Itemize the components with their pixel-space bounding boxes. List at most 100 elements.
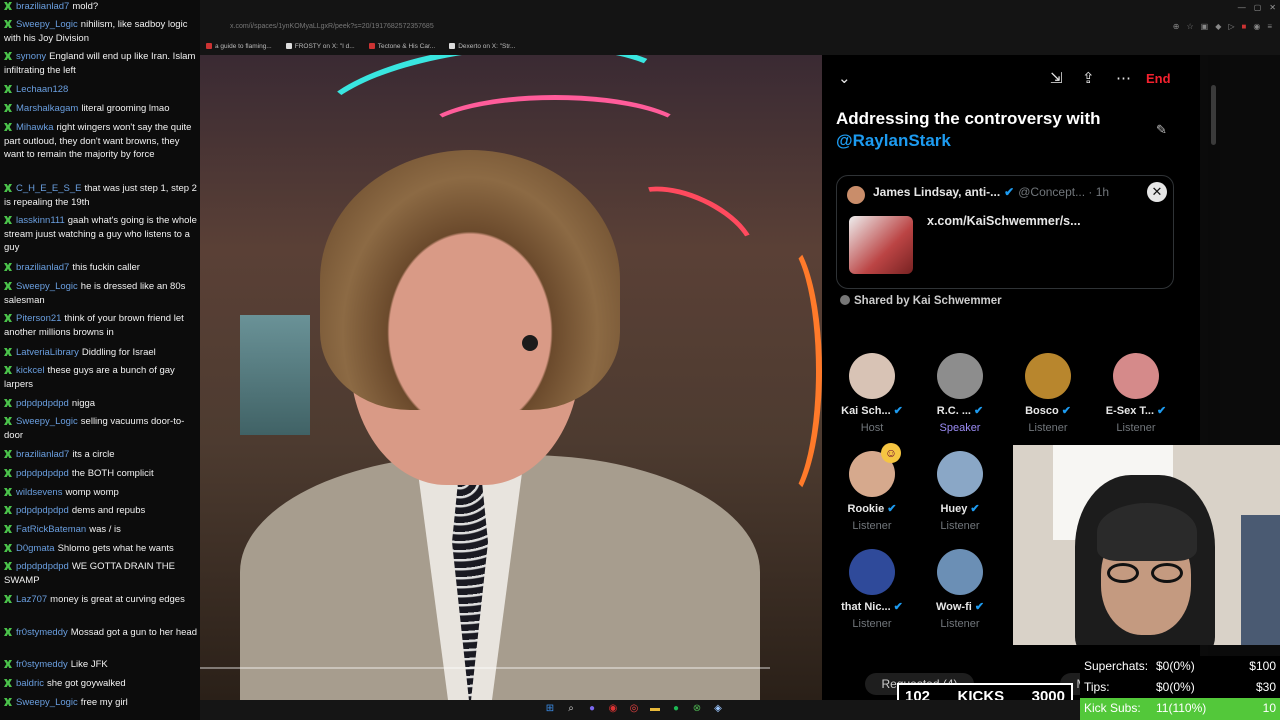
chat-username[interactable]: D0gmata <box>16 543 55 554</box>
window-controls[interactable]: — ▢ ✕ <box>1238 3 1276 12</box>
share-icon[interactable]: ⇪ <box>1082 69 1095 87</box>
chat-message: Sweepy_Logic he is dressed like an 80s sa… <box>4 280 198 307</box>
shared-post-link[interactable]: x.com/KaiSchwemmer/s... <box>927 214 1081 228</box>
chat-username[interactable]: pdpdpdpdpd <box>16 561 69 572</box>
menu-icon[interactable]: ≡ <box>1267 22 1272 31</box>
address-bar[interactable]: x.com/i/spaces/1ynKOMyaLLgxR/peek?s=20/1… <box>200 22 1280 32</box>
chat-username[interactable]: brazilianlad7 <box>16 449 69 460</box>
edit-icon[interactable]: ✎ <box>1156 122 1167 138</box>
discord-icon[interactable]: ● <box>586 703 598 715</box>
shield-icon[interactable]: ◆ <box>1215 22 1221 31</box>
profile-icon[interactable]: ◉ <box>1253 22 1260 31</box>
x-logo-icon <box>449 43 456 49</box>
chat-username[interactable]: C_H_E_E_S_E <box>16 183 81 194</box>
chat-username[interactable]: Sweepy_Logic <box>16 416 78 427</box>
chat-text: dems and repubs <box>71 505 146 516</box>
chat-username[interactable]: lasskinn111 <box>16 215 65 226</box>
taskbar: ⊞ ⌕ ● ◉ ◎ ▬ ● ⊗ ◈ <box>200 700 1080 720</box>
chat-username[interactable]: LatveriaLibrary <box>16 347 79 358</box>
participant-name-text: Huey <box>940 503 968 515</box>
record-icon[interactable]: ■ <box>1242 22 1247 31</box>
minimize-space-icon[interactable]: ⇲ <box>1050 69 1063 87</box>
chat-message: Lechaan128 <box>4 83 198 97</box>
chat-text: money is great at curving edges <box>50 594 185 605</box>
tab[interactable]: a guide to flaming... <box>206 40 272 52</box>
chat-username[interactable]: FatRickBateman <box>16 524 86 535</box>
chat-username[interactable]: Sweepy_Logic <box>16 19 78 30</box>
chat-username[interactable]: Sweepy_Logic <box>16 281 78 292</box>
kick-subs-goal: 10 <box>1262 701 1276 715</box>
tab[interactable]: Dexerto on X: "Str... <box>449 40 515 52</box>
participant[interactable]: E-Sex T... ✔ Listener <box>1092 353 1180 434</box>
obs-icon[interactable]: ◉ <box>607 703 619 715</box>
end-space-button[interactable]: End <box>1146 71 1171 86</box>
participant[interactable]: that Nic... ✔ Listener <box>828 549 916 630</box>
more-icon[interactable]: ⋯ <box>1116 69 1131 87</box>
spotify-icon[interactable]: ● <box>670 703 682 715</box>
steam-icon[interactable]: ◈ <box>712 703 724 715</box>
shared-post-card[interactable]: James Lindsay, anti-... ✔ @Concept... · 1h… <box>836 175 1174 289</box>
kick-badge-icon <box>4 417 12 425</box>
chat-username[interactable]: pdpdpdpdpd <box>16 398 69 409</box>
chat-text: literal grooming lmao <box>81 103 170 114</box>
kick-badge-icon <box>4 488 12 496</box>
kick-badge-icon <box>4 366 12 374</box>
chat-username[interactable]: brazilianlad7 <box>16 1 69 12</box>
tab[interactable]: Tectone & His Car... <box>368 40 435 52</box>
space-title-handle[interactable]: @RaylanStark <box>836 131 951 150</box>
participant-name-text: E-Sex T... <box>1105 405 1155 417</box>
participant[interactable]: R.C. ... ✔ Speaker <box>916 353 1004 434</box>
participant[interactable]: Bosco ✔ Listener <box>1004 353 1092 434</box>
glasses <box>1107 563 1187 583</box>
chat-username[interactable]: wildsevens <box>16 487 62 498</box>
streamer-webcam <box>1013 445 1280 645</box>
folder-icon[interactable]: ▬ <box>649 703 661 715</box>
chat-username[interactable]: Mihawka <box>16 122 54 133</box>
chat-message: FatRickBateman was / is <box>4 523 198 537</box>
chat-username[interactable]: fr0stymeddy <box>16 627 68 638</box>
close-icon[interactable]: ✕ <box>1269 3 1276 12</box>
close-icon[interactable]: ✕ <box>1147 182 1167 202</box>
participant[interactable]: Kai Sch... ✔ Host <box>828 353 916 434</box>
participant[interactable]: Huey ✔ Listener <box>916 451 1004 532</box>
extension-icon[interactable]: ▣ <box>1201 22 1209 31</box>
chat-username[interactable]: Sweepy_Logic <box>16 697 78 708</box>
chat-username[interactable]: pdpdpdpdpd <box>16 468 69 479</box>
minimize-icon[interactable]: — <box>1238 3 1246 12</box>
chat-username[interactable]: fr0stymeddy <box>16 659 68 670</box>
kick-badge-icon <box>4 679 12 687</box>
kick-badge-icon <box>4 525 12 533</box>
chat-username[interactable]: kickcel <box>16 365 45 376</box>
chevron-down-icon[interactable]: ⌄ <box>838 69 851 87</box>
participant[interactable]: ☺ Rookie ✔ Listener <box>828 443 916 532</box>
participant[interactable]: Wow-fi ✔ Listener <box>916 549 1004 630</box>
participant-role: Listener <box>1116 422 1156 434</box>
chat-username[interactable]: Marshalkagam <box>16 103 78 114</box>
chat-username[interactable]: Laz707 <box>16 594 47 605</box>
tab[interactable]: FROSTY on X: "I d... <box>285 40 355 52</box>
chat-username[interactable]: brazilianlad7 <box>16 262 69 273</box>
play-icon[interactable]: ▷ <box>1228 22 1234 31</box>
maximize-icon[interactable]: ▢ <box>1254 3 1262 12</box>
chat-username[interactable]: pdpdpdpdpd <box>16 505 69 516</box>
superchats-value: $0(0%) <box>1156 659 1195 673</box>
browser-toolbar: — ▢ ✕ x.com/i/spaces/1ynKOMyaLLgxR/peek?… <box>200 0 1280 55</box>
search-icon[interactable]: ⌕ <box>565 703 577 715</box>
windows-start-icon[interactable]: ⊞ <box>544 703 556 715</box>
donation-goals: Superchats: $0(0%) $100 Tips: $0(0%) $30… <box>1080 656 1280 720</box>
scrollbar-thumb[interactable] <box>1211 85 1216 145</box>
chat-username[interactable]: synony <box>16 51 46 62</box>
chat-message: baldric she got goywalked <box>4 677 198 691</box>
superchats-row: Superchats: $0(0%) $100 <box>1080 656 1280 677</box>
chrome-icon[interactable]: ◎ <box>628 703 640 715</box>
chat-username[interactable]: Piterson21 <box>16 313 61 324</box>
chat-text: Mossad got a gun to her head <box>70 627 197 638</box>
taskbar-icons: ⊞ ⌕ ● ◉ ◎ ▬ ● ⊗ ◈ <box>544 703 724 715</box>
chat-message: fr0stymeddy Like JFK <box>4 658 198 672</box>
xbox-icon[interactable]: ⊗ <box>691 703 703 715</box>
chat-text: free my girl <box>80 697 128 708</box>
zoom-icon[interactable]: ⊕ <box>1173 22 1180 31</box>
chat-username[interactable]: Lechaan128 <box>16 84 68 95</box>
star-icon[interactable]: ☆ <box>1186 22 1193 31</box>
chat-username[interactable]: baldric <box>16 678 44 689</box>
